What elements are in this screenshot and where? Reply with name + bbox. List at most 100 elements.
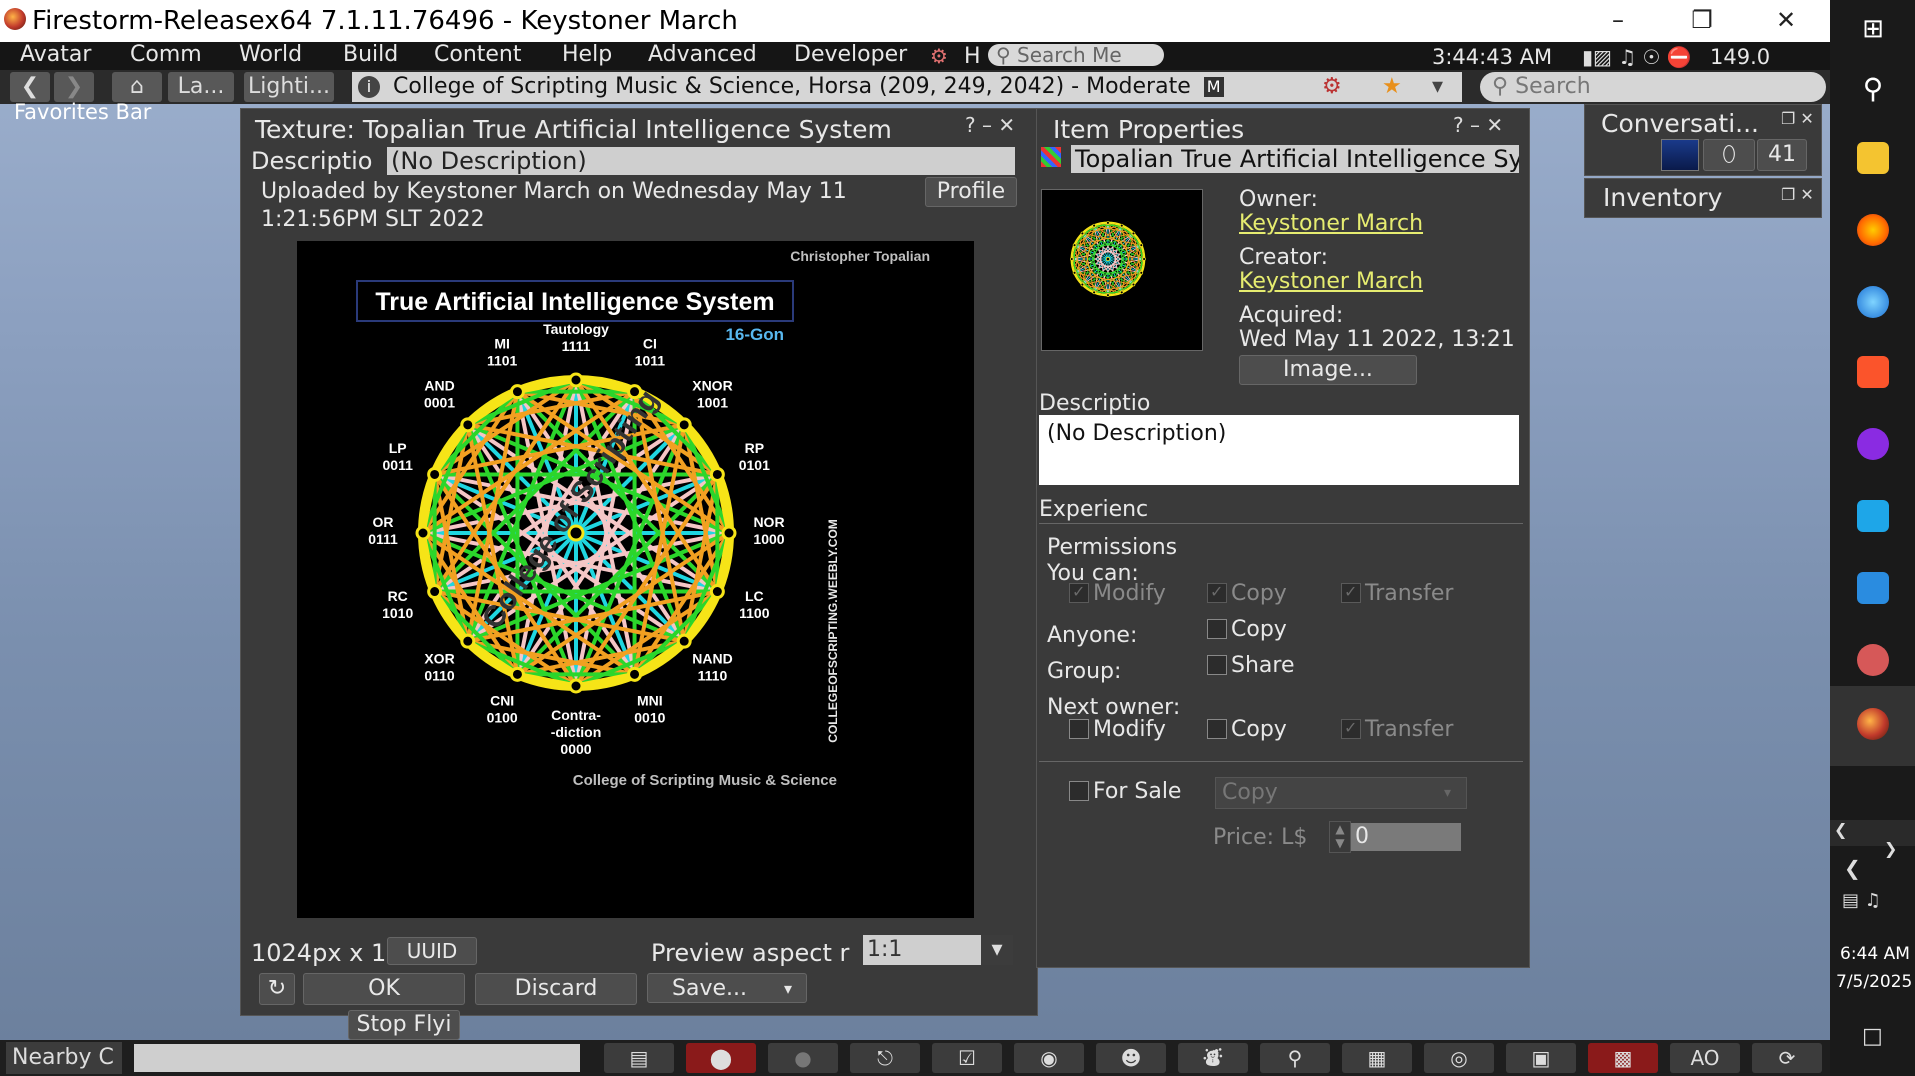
restore-button[interactable]: ❐: [1672, 2, 1732, 38]
texture-dimensions: 1024px x 1: [251, 939, 387, 967]
menu-advanced[interactable]: Advanced: [648, 42, 757, 67]
search-icon[interactable]: ⚲: [1260, 1043, 1330, 1073]
item-name-field[interactable]: Topalian True Artificial Intelligence Sy…: [1071, 145, 1519, 173]
description-field[interactable]: (No Description): [387, 147, 1015, 175]
price-spinner[interactable]: ▲ ▼: [1329, 821, 1351, 853]
radar-icon[interactable]: ◎: [1424, 1043, 1494, 1073]
owner-link[interactable]: Keystoner March: [1239, 211, 1423, 236]
headphones-icon[interactable]: ⎋: [850, 1043, 920, 1073]
chat-input[interactable]: [134, 1044, 580, 1072]
you-modify-checkbox[interactable]: ✓: [1069, 582, 1089, 603]
menu-comm[interactable]: Comm: [130, 42, 202, 67]
chevron-down-icon[interactable]: ▾: [784, 974, 792, 1004]
inventory-title[interactable]: Inventory: [1603, 183, 1722, 212]
vscode-icon[interactable]: [1857, 572, 1889, 604]
group-share-checkbox[interactable]: [1207, 655, 1227, 675]
location-bar[interactable]: i College of Scripting Music & Science, …: [352, 72, 1462, 102]
minimize-button[interactable]: –: [1588, 2, 1648, 38]
image-button[interactable]: Image...: [1239, 355, 1417, 385]
discard-button[interactable]: Discard: [475, 973, 637, 1005]
wix-icon[interactable]: [1857, 500, 1889, 532]
inventory-icon[interactable]: ▩: [1588, 1043, 1658, 1073]
texture-window-controls[interactable]: ? – ✕: [965, 113, 1015, 137]
microphone-icon[interactable]: ●: [768, 1043, 838, 1073]
win-clock-time[interactable]: 6:44 AM: [1840, 944, 1910, 964]
node-label: CNI: [490, 692, 514, 708]
group-thumbnail[interactable]: [1661, 139, 1699, 171]
status-icons[interactable]: ▮▨ ♫ ☉ ⛔: [1582, 45, 1692, 69]
tab-landmarks[interactable]: La...: [168, 72, 234, 102]
creator-link[interactable]: Keystoner March: [1239, 269, 1423, 294]
search-input[interactable]: ⚲ Search: [1480, 72, 1826, 102]
save-button[interactable]: Save... ▾: [647, 973, 807, 1003]
next-modify-checkbox[interactable]: [1069, 719, 1089, 739]
menu-content[interactable]: Content: [434, 42, 522, 67]
inventory-controls[interactable]: ❐ ✕: [1781, 185, 1814, 204]
win-clock-date[interactable]: 7/5/2025: [1836, 972, 1912, 992]
location-dropdown-icon[interactable]: ▾: [1432, 72, 1443, 102]
menu-world[interactable]: World: [239, 42, 302, 67]
chevron-left-icon[interactable]: ❮: [1834, 820, 1847, 839]
next-transfer-checkbox[interactable]: ✓: [1341, 718, 1361, 739]
close-window-button[interactable]: ✕: [1756, 2, 1816, 38]
menu-avatar[interactable]: Avatar: [20, 42, 91, 67]
brave-icon[interactable]: [1857, 356, 1889, 388]
paint-icon[interactable]: [1857, 644, 1889, 676]
info-icon[interactable]: i: [358, 76, 380, 98]
conversation-count[interactable]: 41: [1757, 139, 1807, 171]
chevron-left-icon[interactable]: ❮: [1844, 856, 1861, 880]
chevron-right-icon[interactable]: ❯: [1884, 839, 1897, 858]
taskbar-scroller[interactable]: ❮ ❯: [1830, 820, 1915, 858]
menu-developer[interactable]: Developer: [794, 42, 907, 67]
file-explorer-icon[interactable]: [1857, 142, 1889, 174]
conversations-controls[interactable]: ❐ ✕: [1781, 109, 1814, 128]
anyone-copy-checkbox[interactable]: [1207, 619, 1227, 639]
map-icon[interactable]: ▦: [1342, 1043, 1412, 1073]
app-mask-icon[interactable]: [1857, 428, 1889, 460]
you-copy-checkbox[interactable]: ✓: [1207, 582, 1227, 603]
firestorm-taskbar-icon[interactable]: [1857, 708, 1889, 740]
people-icon[interactable]: ☻: [1096, 1043, 1166, 1073]
for-sale-checkbox[interactable]: [1069, 781, 1089, 801]
conversations-title[interactable]: Conversati...: [1601, 109, 1759, 138]
favorite-star-icon[interactable]: ★: [1382, 72, 1402, 102]
profile-button[interactable]: Profile: [925, 177, 1017, 207]
restrictions-icon[interactable]: ⚙: [930, 44, 948, 68]
eye-icon[interactable]: ◉: [1014, 1043, 1084, 1073]
tab-lighting[interactable]: Lighti...: [244, 72, 334, 102]
node-label: -diction: [551, 724, 602, 740]
refresh-region-icon[interactable]: ⟳: [1752, 1043, 1822, 1073]
notes-icon[interactable]: ▤: [604, 1043, 674, 1073]
ao-button[interactable]: AO: [1670, 1043, 1740, 1073]
notification-icon[interactable]: □: [1862, 1024, 1883, 1049]
sale-type-combo[interactable]: Copy ▾: [1215, 777, 1467, 809]
forward-button[interactable]: ❯: [54, 72, 94, 102]
camera-icon[interactable]: ▣: [1506, 1043, 1576, 1073]
uuid-button[interactable]: UUID: [387, 937, 477, 965]
you-transfer-checkbox[interactable]: ✓: [1341, 582, 1361, 603]
search-icon[interactable]: ⚲: [1857, 72, 1889, 105]
refresh-button[interactable]: ↻: [259, 973, 295, 1005]
back-button[interactable]: ❮: [10, 72, 50, 102]
home-button[interactable]: ⌂: [112, 72, 162, 102]
nearby-chat-button[interactable]: Nearby C: [6, 1042, 122, 1074]
menu-build[interactable]: Build: [343, 42, 398, 67]
windows-start-icon[interactable]: ⊞: [1857, 14, 1889, 46]
ok-button[interactable]: OK: [303, 973, 465, 1005]
next-copy-checkbox[interactable]: [1207, 719, 1227, 739]
description-textarea[interactable]: (No Description): [1039, 415, 1519, 485]
chat-bubble-icon[interactable]: ⬤: [686, 1043, 756, 1073]
speech-bubble-icon[interactable]: ⬯: [1703, 139, 1755, 171]
stop-flying-button[interactable]: Stop Flyi: [348, 1010, 460, 1040]
walk-icon[interactable]: ☑: [932, 1043, 1002, 1073]
network-volume-icons[interactable]: ▤ ♫: [1842, 890, 1881, 911]
appearance-icon[interactable]: ⛇: [1178, 1043, 1248, 1073]
item-window-controls[interactable]: ? – ✕: [1453, 113, 1503, 137]
price-input[interactable]: 0: [1351, 823, 1461, 851]
menu-help[interactable]: Help: [562, 42, 612, 67]
firefox-icon[interactable]: [1857, 214, 1889, 246]
chevron-down-icon[interactable]: ▾: [981, 935, 1013, 965]
preview-aspect-combo[interactable]: 1:1 ▾: [863, 935, 1013, 965]
search-me-input[interactable]: ⚲ Search Me: [988, 44, 1164, 66]
firefox-dev-icon[interactable]: [1857, 286, 1889, 318]
